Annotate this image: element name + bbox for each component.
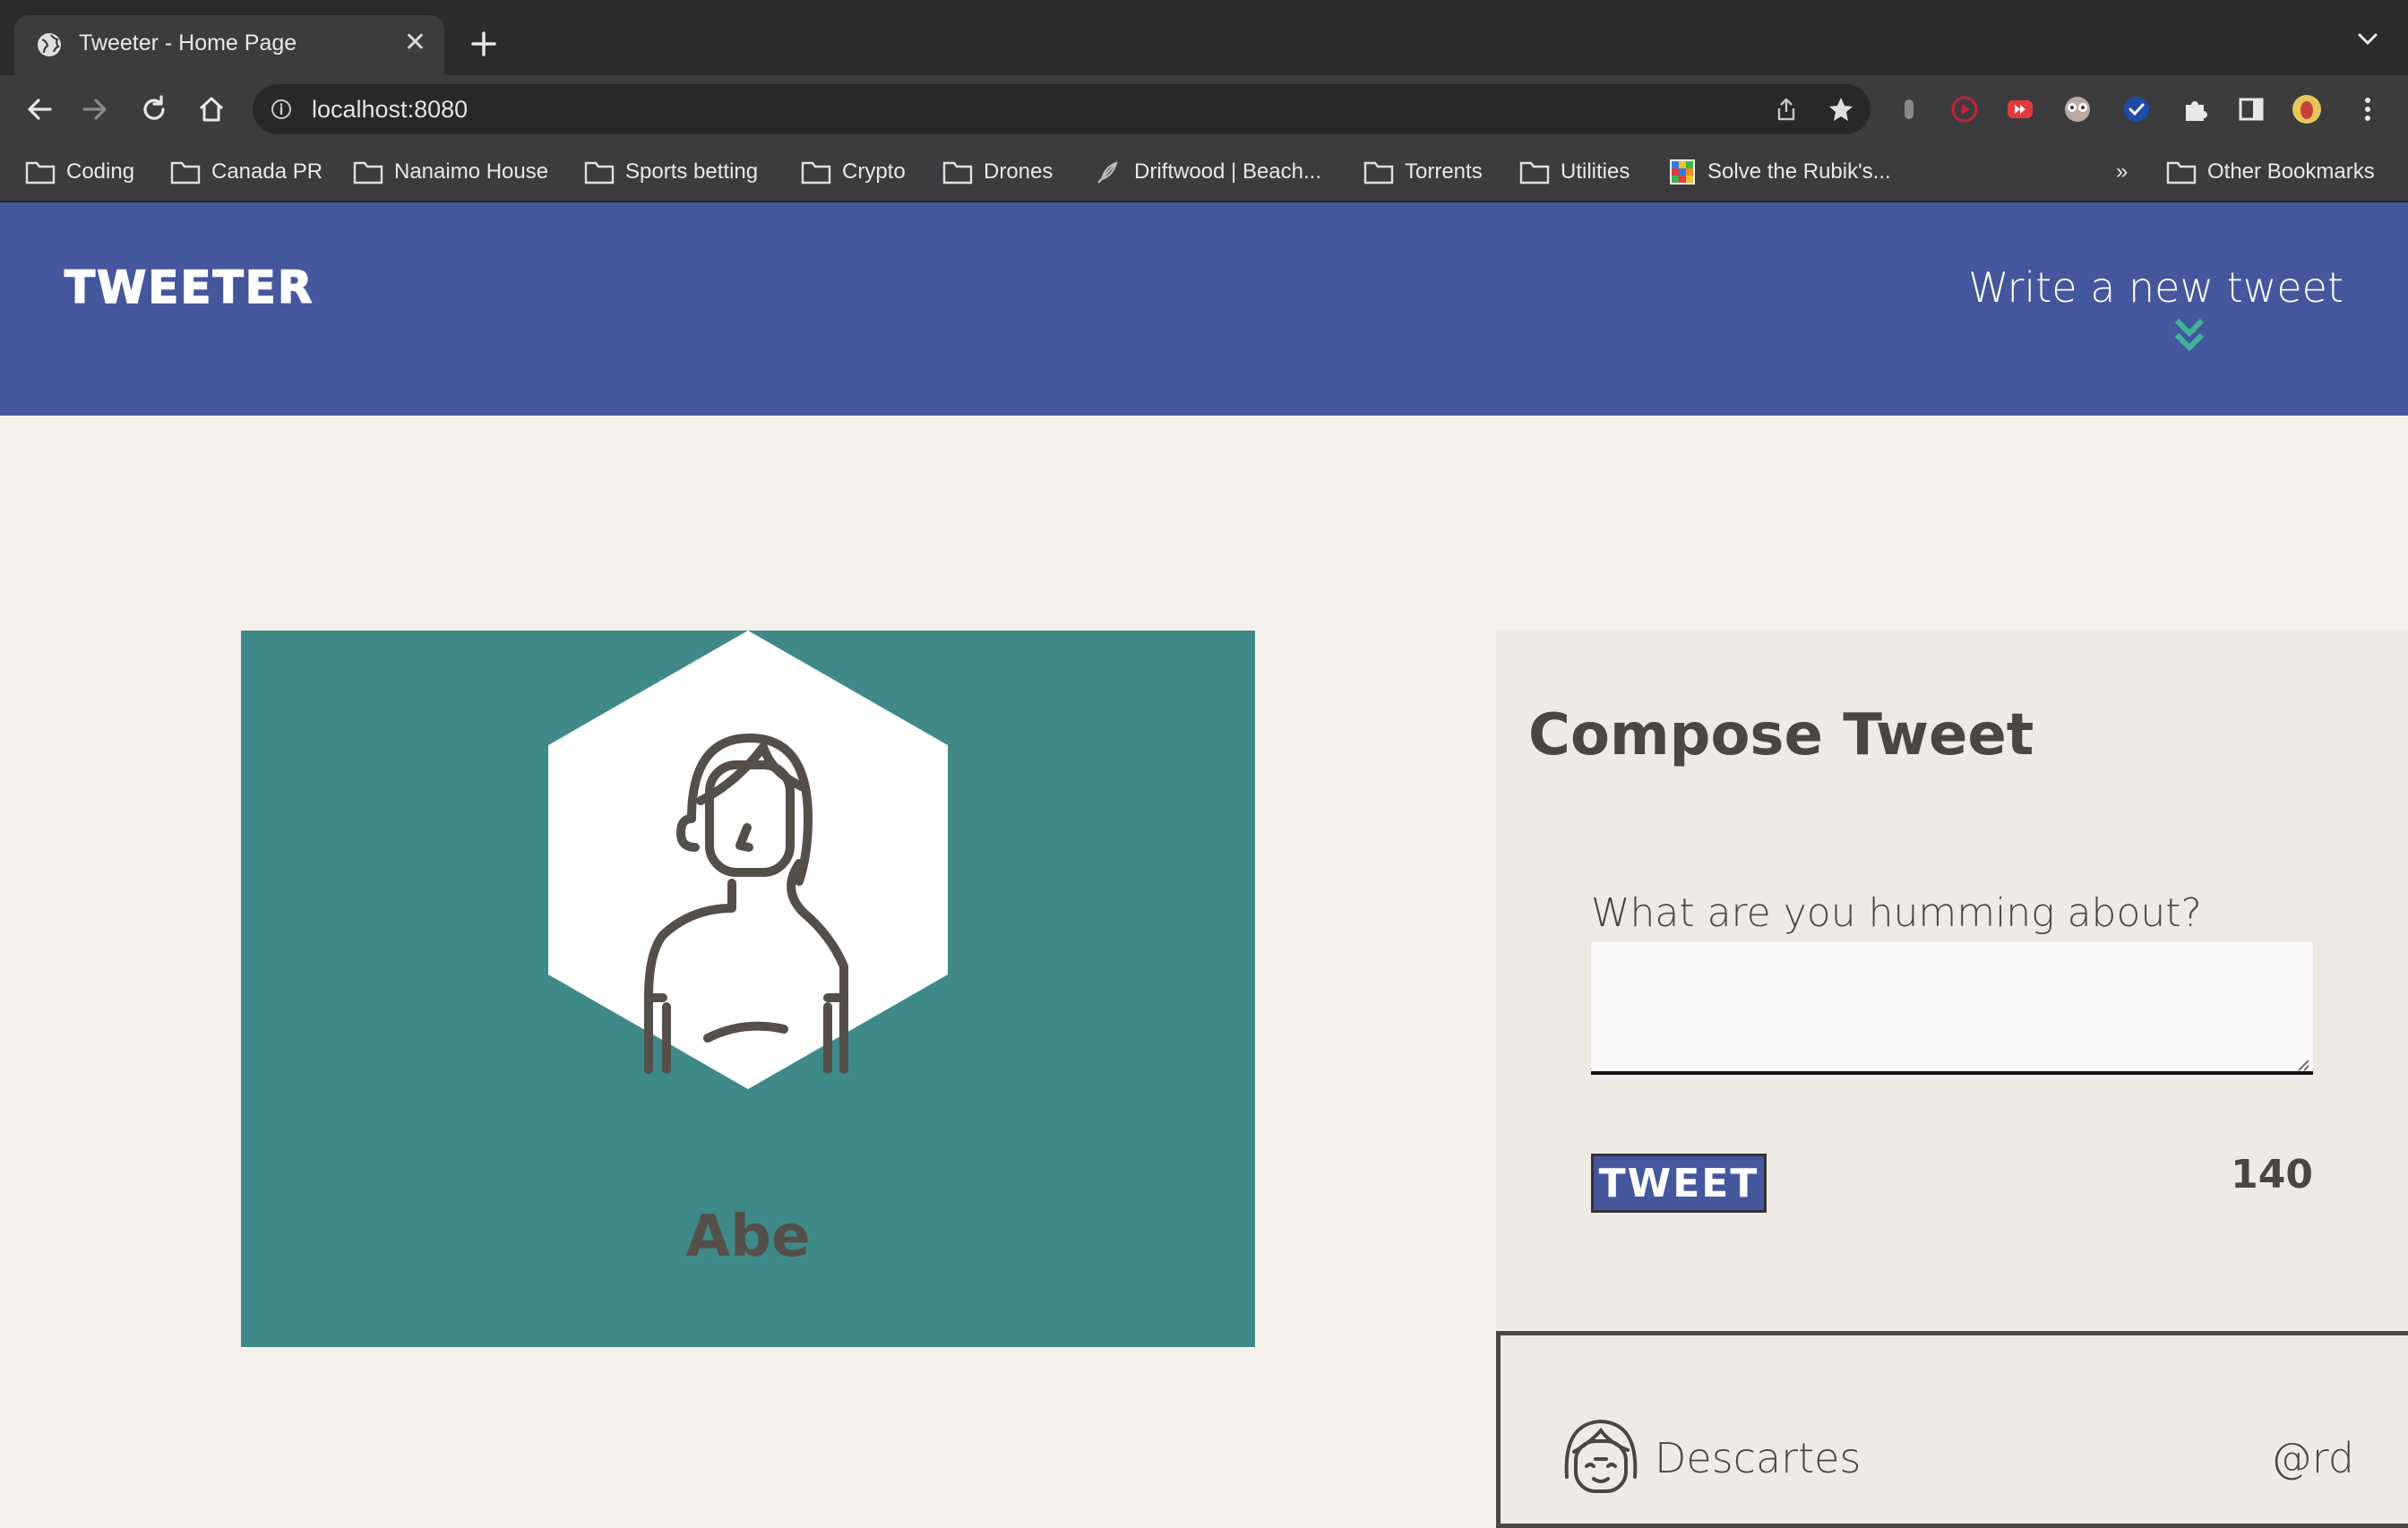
globe-icon [38, 33, 61, 56]
browser-tab[interactable]: Tweeter - Home Page ✕ [14, 15, 444, 75]
compose-prompt-label: What are you humming about? [1591, 890, 2202, 936]
forward-arrow-icon[interactable] [79, 93, 111, 125]
bookmark-item[interactable]: Torrents [1363, 156, 1483, 188]
tweet-card: Descartes @rd [1496, 1331, 2408, 1528]
feather-icon [1097, 161, 1118, 184]
folder-icon [1363, 161, 1394, 185]
bookmark-label: Driftwood | Beach... [1134, 159, 1321, 184]
compose-tweet-panel: Compose Tweet What are you humming about… [1496, 631, 2408, 1329]
puzzle-extensions-icon[interactable] [2180, 94, 2211, 124]
extension-owl-icon[interactable] [2062, 94, 2093, 124]
bookmark-label: Crypto [842, 159, 906, 184]
address-bar[interactable]: localhost:8080 [253, 84, 1870, 134]
double-chevron-down-icon[interactable] [2172, 315, 2207, 355]
bookmark-label: Torrents [1405, 159, 1483, 184]
bookmark-item[interactable]: Driftwood | Beach... [1093, 156, 1321, 188]
tweet-submit-button[interactable]: TWEET [1591, 1154, 1767, 1213]
bookmark-label: Utilities [1561, 159, 1630, 184]
extension-video-speed-icon[interactable] [2005, 94, 2035, 124]
close-tab-icon[interactable]: ✕ [404, 30, 426, 56]
rubiks-icon [1670, 159, 1695, 185]
bookmark-label: Drones [984, 159, 1054, 184]
tweet-author-handle: @rd [2270, 1434, 2354, 1482]
folder-icon [170, 161, 201, 185]
site-logo[interactable]: TWEETER [64, 261, 314, 314]
url-text[interactable]: localhost:8080 [312, 96, 468, 124]
new-tab-icon[interactable] [466, 26, 502, 62]
bookmarks-bar: Coding Canada PR Nanaimo House Sports be… [0, 143, 2408, 202]
more-bookmarks-button[interactable]: » [2116, 156, 2128, 188]
bookmark-label: Sports betting [625, 159, 759, 184]
folder-icon [801, 161, 831, 185]
tweet-textarea[interactable] [1591, 942, 2313, 1075]
bookmark-item[interactable]: Sports betting [584, 156, 758, 188]
user-avatar-icon [548, 631, 948, 1089]
compose-title: Compose Tweet [1528, 702, 2034, 768]
profile-avatar-icon[interactable] [2292, 94, 2322, 124]
site-info-icon[interactable] [271, 99, 292, 120]
bookmark-item[interactable]: Nanaimo House [353, 156, 548, 188]
browser-toolbar: localhost:8080 [0, 75, 2408, 143]
tweet-author-name: Descartes [1655, 1434, 1862, 1482]
tweet-author-avatar-icon [1564, 1419, 1638, 1493]
extension-check-icon[interactable] [2121, 94, 2152, 124]
reload-icon[interactable] [138, 93, 170, 125]
resize-grip-icon[interactable] [2297, 1059, 2309, 1071]
tab-title: Tweeter - Home Page [79, 30, 297, 56]
bookmark-item[interactable]: Coding [25, 156, 134, 188]
bookmark-label: Coding [66, 159, 135, 184]
back-arrow-icon[interactable] [23, 93, 56, 125]
folder-icon [25, 161, 56, 185]
tab-search-chevron-icon[interactable] [2354, 30, 2381, 48]
site-header: TWEETER Write a new tweet [0, 202, 2408, 416]
side-panel-icon[interactable] [2236, 94, 2266, 124]
profile-card: Abe [241, 631, 1255, 1347]
more-bookmarks-chevron: » [2116, 159, 2128, 184]
folder-icon [584, 161, 615, 185]
bookmark-item[interactable]: Solve the Rubik's... [1668, 156, 1891, 188]
browser-tab-strip: Tweeter - Home Page ✕ [0, 0, 2408, 75]
browser-menu-icon[interactable] [2352, 94, 2383, 124]
bookmark-item[interactable]: Canada PR [170, 156, 322, 188]
bookmark-label: Nanaimo House [394, 159, 549, 184]
bookmark-item[interactable]: Drones [942, 156, 1053, 188]
folder-icon [1519, 161, 1550, 185]
other-bookmarks-item[interactable]: Other Bookmarks [2166, 156, 2375, 188]
bookmark-item[interactable]: Crypto [801, 156, 906, 188]
extension-grey-icon[interactable] [1894, 94, 1924, 124]
bookmark-label: Solve the Rubik's... [1707, 159, 1891, 184]
write-new-tweet-link[interactable]: Write a new tweet [1968, 263, 2344, 312]
bookmark-label: Canada PR [211, 159, 323, 184]
character-counter: 140 [2231, 1152, 2313, 1198]
folder-icon [353, 161, 383, 185]
share-icon[interactable] [1774, 97, 1799, 122]
bookmark-item[interactable]: Utilities [1519, 156, 1630, 188]
folder-icon [942, 161, 973, 185]
profile-name: Abe [685, 1204, 811, 1270]
folder-icon [2166, 161, 2197, 185]
bookmark-star-icon[interactable] [1828, 96, 1854, 123]
other-bookmarks-label: Other Bookmarks [2207, 159, 2375, 184]
extension-record-icon[interactable] [1949, 94, 1980, 124]
home-icon[interactable] [195, 93, 228, 125]
